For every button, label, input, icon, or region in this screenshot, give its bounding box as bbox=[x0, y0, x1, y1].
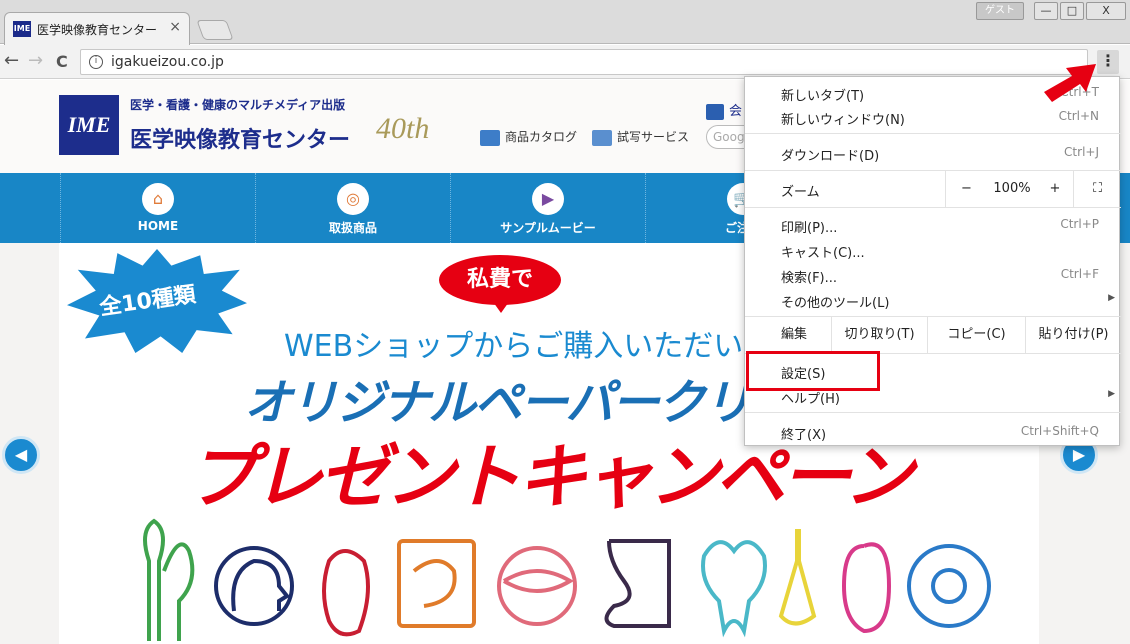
menu-separator bbox=[745, 207, 1121, 208]
nav-products[interactable]: ◎ 取扱商品 bbox=[255, 173, 450, 243]
menu-shortcut: Ctrl+N bbox=[1058, 109, 1099, 123]
browser-titlebar: IME 医学映像教育センター × ゲスト — □ X bbox=[0, 0, 1130, 45]
menu-label: その他のツール(L) bbox=[781, 296, 890, 311]
tab-close-icon[interactable]: × bbox=[169, 19, 181, 35]
cut-button[interactable]: 切り取り(T) bbox=[831, 317, 927, 353]
edit-label: 編集 bbox=[781, 327, 808, 342]
nav-sample-movie[interactable]: ▶ サンプルムービー bbox=[450, 173, 645, 243]
menu-shortcut: Ctrl+Shift+Q bbox=[1020, 424, 1099, 438]
nav-label: 取扱商品 bbox=[328, 221, 377, 235]
menu-item-more-tools[interactable]: その他のツール(L) ▶ bbox=[745, 288, 1121, 312]
catalog-icon bbox=[480, 129, 500, 146]
private-pay-badge: 私費で bbox=[439, 255, 561, 305]
url-text[interactable]: igakueizou.co.jp bbox=[111, 54, 224, 70]
site-info-icon[interactable]: i bbox=[89, 55, 103, 69]
close-window-button[interactable]: X bbox=[1086, 2, 1126, 20]
menu-label: 印刷(P)... bbox=[781, 221, 838, 236]
chrome-menu-button[interactable]: ⋮ bbox=[1097, 50, 1119, 74]
pointer-arrow-icon bbox=[1044, 64, 1096, 102]
company-label: 会 bbox=[729, 104, 743, 119]
new-tab-button[interactable] bbox=[196, 20, 234, 40]
home-icon: ⌂ bbox=[142, 183, 174, 215]
menu-item-exit[interactable]: 終了(X) Ctrl+Shift+Q bbox=[745, 420, 1121, 444]
zoom-level: 100% bbox=[993, 181, 1031, 196]
menu-item-find[interactable]: 検索(F)... Ctrl+F bbox=[745, 263, 1121, 287]
fullscreen-icon[interactable]: ⛶ bbox=[1073, 171, 1121, 207]
zoom-in-button[interactable]: + bbox=[1037, 171, 1073, 207]
disc-icon: ◎ bbox=[337, 183, 369, 215]
nav-label: サンプルムービー bbox=[500, 221, 596, 235]
menu-label: キャスト(C)... bbox=[781, 246, 865, 261]
zoom-out-button[interactable]: − bbox=[945, 171, 987, 207]
tab-title: 医学映像教育センター bbox=[37, 23, 158, 37]
site-tagline: 医学・看護・健康のマルチメディア出版 bbox=[130, 98, 346, 112]
minimize-button[interactable]: — bbox=[1034, 2, 1058, 20]
nose-clip bbox=[604, 539, 671, 628]
back-icon[interactable]: ← bbox=[4, 50, 19, 71]
address-bar[interactable]: i igakueizou.co.jp bbox=[80, 49, 1088, 75]
anniversary-logo: 40th bbox=[376, 112, 430, 145]
site-logo[interactable]: IME bbox=[59, 95, 119, 155]
menu-label: 新しいウィンドウ(N) bbox=[781, 113, 905, 128]
reload-icon[interactable]: C bbox=[56, 52, 68, 71]
virus-clip bbox=[907, 544, 991, 628]
guest-profile-badge[interactable]: ゲスト bbox=[976, 2, 1024, 20]
trial-service-link[interactable]: 試写サービス bbox=[592, 128, 689, 146]
trial-label: 試写サービス bbox=[617, 130, 690, 144]
nav-label: HOME bbox=[137, 219, 179, 233]
menu-label: ダウンロード(D) bbox=[781, 149, 880, 164]
menu-label: 検索(F)... bbox=[781, 271, 838, 286]
zoom-label: ズーム bbox=[781, 185, 820, 200]
submenu-arrow-icon: ▶ bbox=[1108, 293, 1115, 303]
maximize-button[interactable]: □ bbox=[1060, 2, 1084, 20]
browser-tab[interactable]: IME 医学映像教育センター × bbox=[4, 12, 190, 45]
forward-icon[interactable]: → bbox=[28, 50, 43, 71]
menu-item-cast[interactable]: キャスト(C)... bbox=[745, 238, 1121, 262]
settings-highlight-box bbox=[746, 351, 880, 391]
browser-toolbar: ← → C i igakueizou.co.jp ⋮ bbox=[0, 45, 1130, 79]
copy-button[interactable]: コピー(C) bbox=[927, 317, 1025, 353]
site-favicon: IME bbox=[13, 21, 31, 37]
flask-clip bbox=[778, 529, 817, 626]
menu-separator bbox=[745, 133, 1121, 134]
site-name[interactable]: 医学映像教育センター bbox=[130, 122, 350, 154]
submenu-arrow-icon: ▶ bbox=[1108, 389, 1115, 399]
menu-shortcut: Ctrl+F bbox=[1060, 267, 1099, 281]
badge-tail bbox=[491, 299, 511, 313]
tooth-clip bbox=[701, 540, 767, 638]
menu-shortcut: Ctrl+J bbox=[1064, 145, 1099, 159]
menu-item-new-window[interactable]: 新しいウィンドウ(N) Ctrl+N bbox=[745, 105, 1121, 129]
heart-clip bbox=[322, 549, 370, 637]
film-icon: ▶ bbox=[532, 183, 564, 215]
menu-item-print[interactable]: 印刷(P)... Ctrl+P bbox=[745, 213, 1121, 237]
zoom-row: ズーム − 100% + ⛶ bbox=[745, 171, 1121, 207]
menu-separator bbox=[745, 412, 1121, 413]
menu-item-downloads[interactable]: ダウンロード(D) Ctrl+J bbox=[745, 141, 1121, 165]
edit-row: 編集 切り取り(T) コピー(C) 貼り付け(P) bbox=[745, 317, 1121, 353]
menu-label: 新しいタブ(T) bbox=[781, 89, 865, 104]
carousel-prev-button[interactable]: ◀ bbox=[2, 436, 40, 474]
nav-home[interactable]: ⌂ HOME bbox=[60, 173, 255, 243]
kidney-clip bbox=[143, 518, 195, 641]
catalog-link[interactable]: 商品カタログ bbox=[480, 128, 577, 146]
menu-shortcut: Ctrl+P bbox=[1060, 217, 1099, 231]
company-link[interactable]: 会 bbox=[706, 100, 742, 120]
paper-clip-illustrations bbox=[143, 518, 991, 641]
catalog-label: 商品カタログ bbox=[505, 130, 578, 144]
paste-button[interactable]: 貼り付け(P) bbox=[1025, 317, 1121, 353]
building-icon bbox=[706, 103, 724, 120]
banner-subheading: WEBショップからご購入いただいた方 bbox=[284, 329, 804, 364]
trial-icon bbox=[592, 129, 612, 146]
mitochondria-clip bbox=[841, 542, 892, 634]
menu-label: 終了(X) bbox=[781, 428, 827, 443]
stomach-clip bbox=[397, 539, 476, 628]
